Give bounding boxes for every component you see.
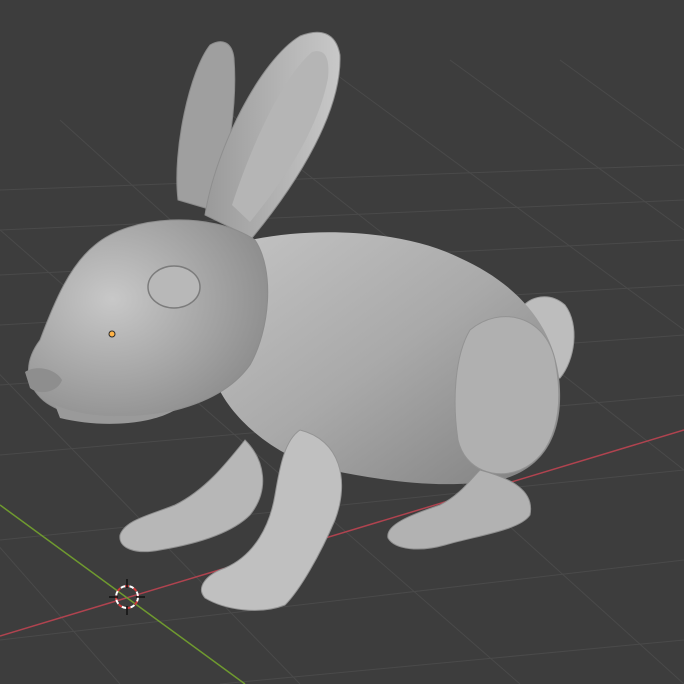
rabbit-eye: [147, 265, 201, 309]
rabbit-mesh[interactable]: [25, 31, 575, 611]
rabbit-back-front-leg: [119, 439, 264, 553]
object-origin-icon[interactable]: [108, 330, 116, 338]
rabbit-hind-leg: [454, 316, 560, 475]
3d-viewport[interactable]: [0, 0, 684, 684]
viewport-canvas[interactable]: [0, 0, 684, 684]
